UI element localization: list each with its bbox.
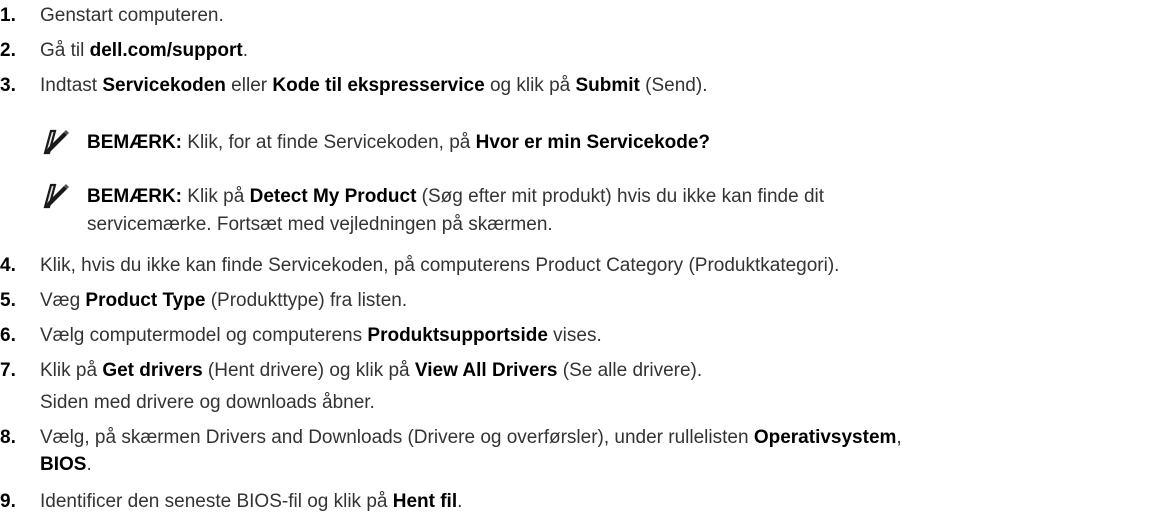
note-text-line-2: servicemærke. Fortsæt med vejledningen p… <box>87 212 1158 238</box>
step-number: 4. <box>0 255 16 276</box>
text-run: servicemærke. Fortsæt med vejledningen p… <box>87 214 553 235</box>
pencil-note-icon <box>43 183 69 209</box>
step-text: Indtast Servicekoden eller Kode til eksp… <box>40 75 1158 97</box>
step-text: Væg Product Type (Produkttype) fra liste… <box>40 290 1158 312</box>
bold-term: Detect My Product <box>249 186 417 207</box>
text-run: Vælg computermodel og computerens <box>40 325 368 346</box>
bold-term: Servicekoden <box>102 75 226 96</box>
support-url: dell.com/support <box>89 40 243 61</box>
text-run: , <box>896 427 902 448</box>
step-text: Klik, hvis du ikke kan finde Servicekode… <box>40 255 1158 277</box>
bold-term: View All Drivers <box>414 360 558 381</box>
text-run: Genstart computeren. <box>40 5 224 26</box>
text-run: Væg <box>40 290 86 311</box>
text-run: Klik på <box>40 360 103 381</box>
text-run: Klik, hvis du ikke kan finde Servicekode… <box>40 255 840 276</box>
text-run: Indtast <box>40 75 103 96</box>
text-run: eller <box>225 75 273 96</box>
bold-term: Produktsupportside <box>367 325 548 346</box>
text-run: (Se alle drivere). <box>557 360 703 381</box>
text-run: vises. <box>547 325 602 346</box>
note-label: BEMÆRK: <box>87 132 182 153</box>
text-run: (Send). <box>639 75 708 96</box>
text-run: . <box>457 491 463 512</box>
bold-term: Kode til ekspresservice <box>272 75 485 96</box>
text-run: og klik på <box>484 75 576 96</box>
bold-term: Operativsystem <box>753 427 897 448</box>
note-text-line-1: BEMÆRK: Klik på Detect My Product (Søg e… <box>87 184 1158 210</box>
text-run: Identificer den seneste BIOS-fil og klik… <box>40 491 393 512</box>
text-run: (Produkttype) fra listen. <box>205 290 408 311</box>
step-number: 7. <box>0 360 16 381</box>
text-run: Vælg, på skærmen Drivers and Downloads (… <box>40 427 754 448</box>
bold-term: Hent fil <box>392 491 458 512</box>
bold-term: Submit <box>575 75 640 96</box>
step-number: 1. <box>0 5 16 26</box>
step-text: Genstart computeren. <box>40 5 1158 27</box>
step-number: 5. <box>0 290 16 311</box>
text-run: Klik, for at finde Servicekoden, på <box>182 132 476 153</box>
bold-term: Product Type <box>85 290 206 311</box>
step-7-continuation: Siden med drivere og downloads åbner. <box>40 392 375 413</box>
note-label: BEMÆRK: <box>87 186 182 207</box>
text-run: . <box>86 454 92 475</box>
text-run: (Hent drivere) og klik på <box>202 360 415 381</box>
note-1: BEMÆRK: Klik, for at finde Servicekoden,… <box>40 126 1158 160</box>
text-run: . <box>242 40 248 61</box>
text-run: Gå til <box>40 40 90 61</box>
text-run: Klik på <box>182 186 250 207</box>
bold-term: Hvor er min Servicekode? <box>475 132 711 153</box>
step-number: 6. <box>0 325 16 346</box>
step-number: 3. <box>0 75 16 96</box>
instruction-document: 1. Genstart computeren. 2. Gå til dell.c… <box>0 0 1158 530</box>
note-text: BEMÆRK: Klik, for at finde Servicekoden,… <box>87 130 1158 156</box>
step-number: 8. <box>0 427 16 448</box>
pencil-note-icon <box>43 129 69 155</box>
note-2: BEMÆRK: Klik på Detect My Product (Søg e… <box>40 180 1158 240</box>
step-text: Klik på Get drivers (Hent drivere) og kl… <box>40 360 1158 382</box>
step-text: Vælg computermodel og computerens Produk… <box>40 325 1158 347</box>
step-text: Identificer den seneste BIOS-fil og klik… <box>40 491 1158 513</box>
step-number: 2. <box>0 40 16 61</box>
step-text: Gå til dell.com/support. <box>40 40 1158 62</box>
step-number: 9. <box>0 491 16 512</box>
bold-term: BIOS <box>40 454 87 475</box>
bold-term: Get drivers <box>102 360 203 381</box>
step-8-continuation: BIOS. <box>40 454 1158 476</box>
step-text: Vælg, på skærmen Drivers and Downloads (… <box>40 427 1158 449</box>
text-run: (Søg efter mit produkt) hvis du ikke kan… <box>416 186 825 207</box>
